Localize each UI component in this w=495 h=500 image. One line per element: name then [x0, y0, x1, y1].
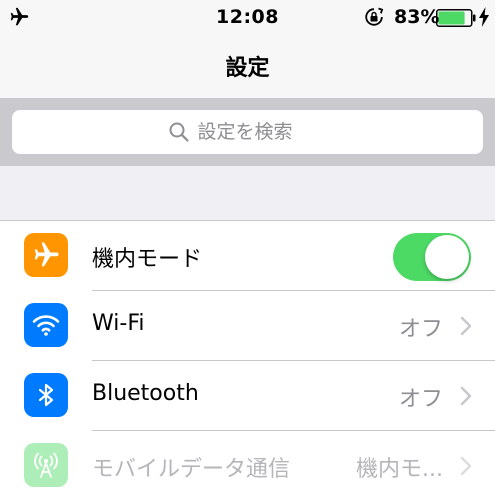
wifi-status: オフ [398, 317, 443, 342]
settings-list: 機内モード Wi-Fi オフ Bluetooth オフ モバイルデータ通信 機内… [0, 221, 495, 500]
section-spacer [0, 166, 495, 221]
airplane-icon [34, 242, 59, 267]
bluetooth-icon-box [24, 373, 68, 417]
page-title: 設定 [225, 56, 270, 81]
battery-icon [436, 9, 476, 27]
wifi-label: Wi-Fi [92, 311, 145, 336]
status-bar: 12:08 83% [0, 0, 495, 34]
settings-row-airplane-mode[interactable]: 機内モード [0, 221, 495, 291]
chevron-right-icon [460, 316, 472, 336]
navigation-bar: 設定 [0, 34, 495, 98]
airplane-mode-toggle[interactable] [393, 233, 471, 281]
charging-bolt-icon [479, 7, 489, 27]
toggle-knob [425, 235, 469, 279]
mobile-data-label: モバイルデータ通信 [92, 457, 291, 482]
bluetooth-label: Bluetooth [92, 381, 199, 406]
settings-row-wifi[interactable]: Wi-Fi オフ [0, 291, 495, 361]
chevron-right-icon [460, 386, 472, 406]
settings-row-bluetooth[interactable]: Bluetooth オフ [0, 361, 495, 431]
bluetooth-icon [38, 383, 54, 407]
rotation-lock-icon [365, 7, 384, 26]
search-input[interactable] [197, 121, 328, 143]
search-icon [169, 122, 189, 142]
airplane-mode-icon-box [24, 233, 68, 277]
search-area [0, 98, 495, 166]
airplane-mode-label: 機内モード [92, 247, 203, 272]
settings-row-mobile-data[interactable]: モバイルデータ通信 機内モ... [0, 431, 495, 500]
search-field[interactable] [12, 110, 483, 154]
chevron-right-icon [460, 456, 472, 476]
wifi-icon-box [24, 303, 68, 347]
cellular-icon-box [24, 443, 68, 487]
battery-percent: 83% [394, 6, 440, 28]
cellular-icon [34, 452, 58, 478]
battery-fill [438, 11, 465, 25]
wifi-icon [32, 315, 60, 336]
mobile-data-status: 機内モ... [356, 457, 443, 482]
bluetooth-status: オフ [398, 387, 443, 412]
